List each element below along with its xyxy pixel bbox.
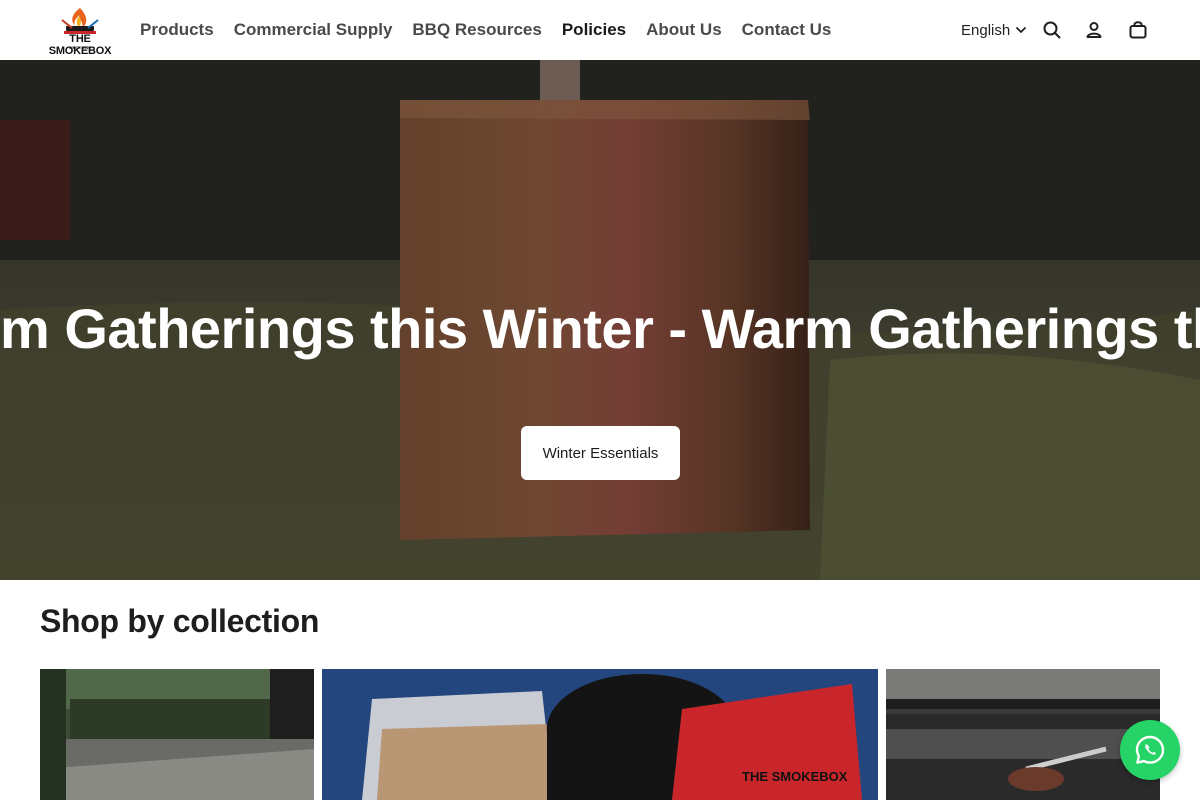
- whatsapp-chat-button[interactable]: [1120, 720, 1180, 780]
- whatsapp-icon: [1135, 735, 1165, 764]
- site-header: THE SMOKEBOX SINCE 2020 Products Commerc…: [0, 0, 1200, 60]
- brand-tagline: SINCE 2020: [68, 45, 92, 50]
- account-icon[interactable]: [1083, 19, 1105, 41]
- bag-brand-text: THE SMOKEBOX: [742, 769, 848, 784]
- chevron-down-icon: [1016, 27, 1027, 33]
- search-icon[interactable]: [1041, 19, 1063, 41]
- nav-item-about-us[interactable]: About Us: [646, 20, 722, 40]
- hero-banner: m Gatherings this Winter - Warm Gatherin…: [0, 60, 1200, 580]
- nav-item-products[interactable]: Products: [140, 20, 214, 40]
- flame-logo-icon: [61, 8, 99, 34]
- nav-item-policies[interactable]: Policies: [562, 20, 626, 40]
- winter-essentials-button[interactable]: Winter Essentials: [521, 426, 680, 480]
- nav-item-bbq-resources[interactable]: BBQ Resources: [412, 20, 541, 40]
- collection-card-patio[interactable]: [40, 669, 314, 800]
- patio-garden-image: [40, 669, 314, 800]
- grill-with-tongs-image: [886, 669, 1160, 800]
- nav-item-commercial-supply[interactable]: Commercial Supply: [234, 20, 393, 40]
- collection-card-grill[interactable]: [886, 669, 1160, 800]
- hero-marquee-text: m Gatherings this Winter - Warm Gatherin…: [0, 297, 1200, 360]
- cart-icon[interactable]: [1127, 19, 1149, 41]
- collection-card-smokebox[interactable]: THE SMOKEBOX: [322, 669, 878, 800]
- section-title: Shop by collection: [40, 603, 320, 639]
- main-nav: Products Commercial Supply BBQ Resources…: [140, 0, 851, 60]
- nav-item-contact-us[interactable]: Contact Us: [742, 20, 832, 40]
- language-label: English: [961, 21, 1011, 39]
- brand-logo[interactable]: THE SMOKEBOX SINCE 2020: [42, 6, 118, 57]
- smoking-chips-and-kettle-grill-image: THE SMOKEBOX: [322, 669, 878, 800]
- language-selector[interactable]: English: [961, 0, 1027, 60]
